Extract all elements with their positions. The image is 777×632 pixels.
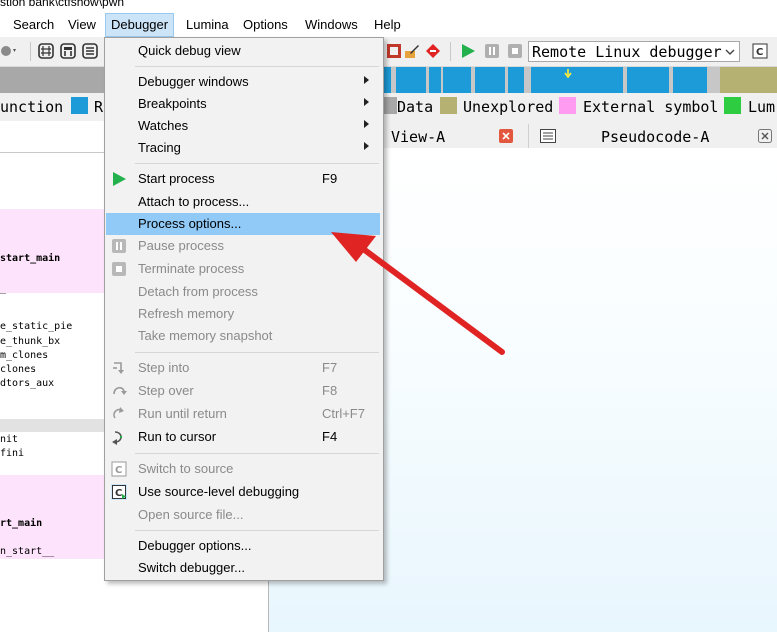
annotation-arrow: [331, 232, 505, 355]
